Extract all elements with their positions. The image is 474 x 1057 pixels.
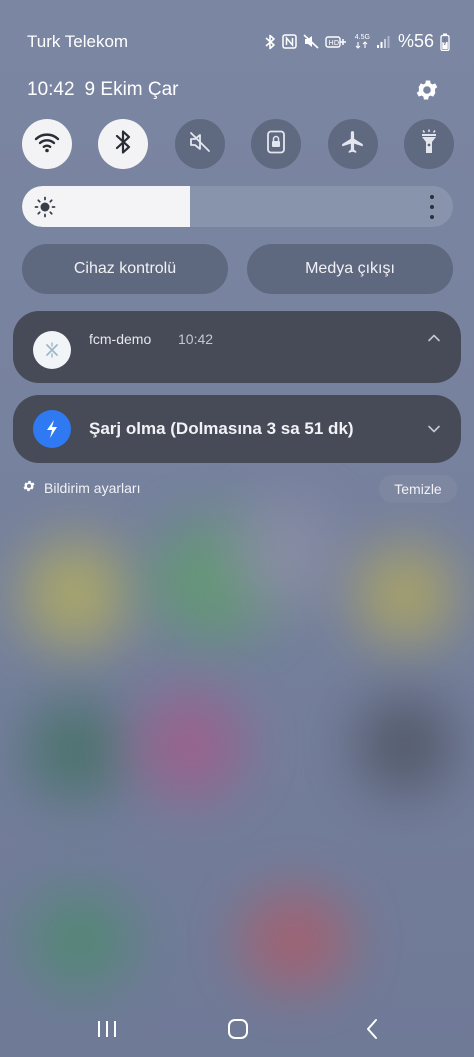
- airplane-toggle[interactable]: [327, 119, 378, 169]
- airplane-icon: [340, 129, 366, 160]
- app-icon: [33, 331, 71, 369]
- brightness-slider[interactable]: [22, 186, 453, 227]
- clock-time: 10:42: [27, 79, 75, 100]
- home-icon[interactable]: [223, 1016, 253, 1042]
- wifi-toggle[interactable]: [22, 119, 72, 169]
- notification-settings-label: Bildirim ayarları: [44, 479, 141, 496]
- notification-card-charging[interactable]: Şarj olma (Dolmasına 3 sa 51 dk): [13, 395, 461, 463]
- brightness-more-options-icon[interactable]: [429, 195, 435, 219]
- settings-gear-icon[interactable]: [414, 77, 440, 103]
- sound-toggle[interactable]: [174, 119, 225, 169]
- 4g-icon: 4.5G: [355, 34, 370, 49]
- screen-lock-toggle[interactable]: [251, 119, 302, 169]
- notification-time: 10:42: [178, 331, 214, 347]
- brightness-sun-icon: [34, 196, 56, 218]
- bluetooth-icon: [114, 129, 132, 160]
- media-output-button[interactable]: Medya çıkışı: [247, 244, 453, 294]
- device-control-button[interactable]: Cihaz kontrolü: [22, 244, 228, 294]
- volte-icon: HD: [325, 35, 349, 49]
- bluetooth-toggle[interactable]: [98, 119, 149, 169]
- battery-percent: %56: [397, 31, 434, 51]
- svg-text:HD: HD: [328, 39, 339, 47]
- date-label[interactable]: 9 Ekim Çar: [85, 79, 179, 101]
- charging-status-text: Şarj olma (Dolmasına 3 sa 51 dk): [89, 419, 354, 438]
- flashlight-toggle[interactable]: [403, 119, 454, 169]
- notification-settings-link[interactable]: Bildirim ayarları: [22, 479, 140, 496]
- battery-icon: [440, 33, 450, 51]
- recent-apps-icon[interactable]: [92, 1016, 122, 1042]
- mute-icon: [303, 34, 319, 49]
- back-icon[interactable]: [357, 1016, 387, 1042]
- wifi-icon: [34, 131, 60, 158]
- notification-card-fcm[interactable]: fcm-demo 10:42: [13, 311, 461, 383]
- signal-icon: [376, 35, 390, 49]
- date-time: 10:42 9 Ekim Çar: [27, 79, 179, 101]
- notification-app-name: fcm-demo: [89, 331, 152, 347]
- navigation-bar: [0, 1000, 474, 1057]
- chevron-up-icon[interactable]: [427, 331, 441, 345]
- chevron-down-icon[interactable]: [427, 422, 441, 436]
- network-type-label: 4.5G: [354, 34, 370, 41]
- clear-button[interactable]: Temizle: [379, 475, 457, 503]
- bolt-icon: [33, 410, 71, 448]
- bluetooth-icon: [264, 34, 276, 50]
- nfc-icon: [282, 34, 297, 49]
- status-icons: HD 4.5G %56: [264, 31, 450, 52]
- flashlight-icon: [420, 129, 438, 160]
- quick-settings-row: [22, 119, 454, 169]
- shortcut-pills: Cihaz kontrolü Medya çıkışı: [22, 244, 453, 294]
- mute-icon: [188, 131, 212, 158]
- small-gear-icon: [22, 479, 36, 496]
- status-bar: Turk Telekom HD 4.5G %56: [0, 0, 474, 84]
- carrier-name: Turk Telekom: [27, 32, 129, 51]
- lock-icon: [266, 130, 286, 159]
